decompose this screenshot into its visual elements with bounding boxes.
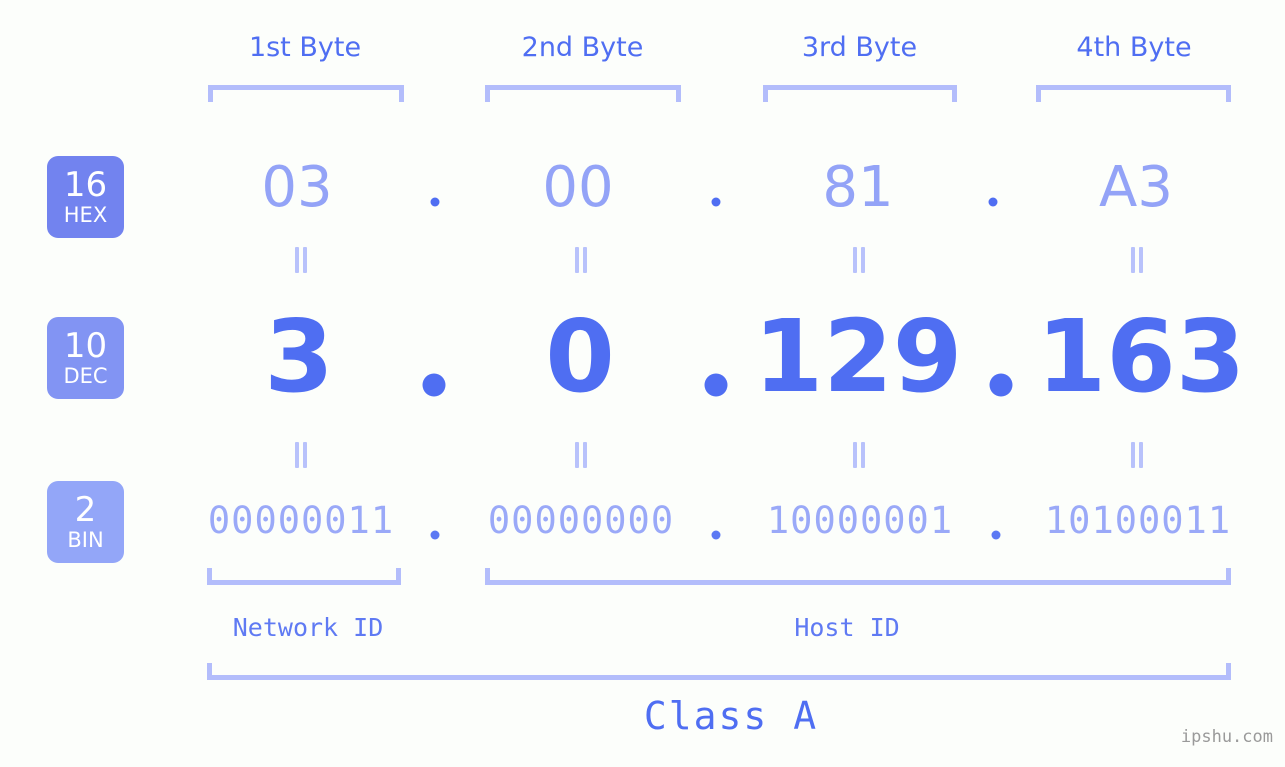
equals-mark-dec-bin-2 xyxy=(572,442,590,468)
class-label: Class A xyxy=(643,694,819,738)
byte-bracket-top-1 xyxy=(208,85,404,102)
network-id-label: Network ID xyxy=(232,613,384,642)
equals-mark-hex-dec-4 xyxy=(1128,247,1146,273)
hex-value-byte-3: 81 xyxy=(822,155,894,220)
bin-separator-dot-3 xyxy=(991,530,1001,540)
dec-value-byte-2: 0 xyxy=(545,298,615,415)
host-id-label: Host ID xyxy=(794,613,900,642)
bin-separator-dot-2 xyxy=(711,530,721,540)
hex-separator-dot-1 xyxy=(430,197,440,207)
hex-value-byte-2: 00 xyxy=(542,155,614,220)
bin-value-byte-4: 10100011 xyxy=(1044,499,1232,542)
bin-value-byte-2: 00000000 xyxy=(487,499,675,542)
bin-value-byte-1: 00000011 xyxy=(207,499,395,542)
byte-bracket-top-3 xyxy=(763,85,957,102)
bin-value-byte-3: 10000001 xyxy=(766,499,954,542)
base-badge-dec-name: DEC xyxy=(63,364,108,388)
bin-separator-dot-1 xyxy=(430,530,440,540)
base-badge-bin-number: 2 xyxy=(74,490,97,530)
byte-header-label-4: 4th Byte xyxy=(1076,32,1192,63)
host-id-bracket xyxy=(485,568,1231,585)
hex-separator-dot-3 xyxy=(988,197,998,207)
equals-mark-hex-dec-3 xyxy=(850,247,868,273)
dec-separator-dot-1 xyxy=(422,373,446,397)
base-badge-bin-name: BIN xyxy=(67,528,104,552)
base-badge-hex: 16 HEX xyxy=(47,156,124,238)
base-badge-dec-number: 10 xyxy=(63,326,108,366)
equals-mark-dec-bin-1 xyxy=(292,442,310,468)
equals-mark-dec-bin-4 xyxy=(1128,442,1146,468)
base-badge-bin: 2 BIN xyxy=(47,481,124,563)
dec-separator-dot-3 xyxy=(989,373,1013,397)
base-badge-hex-name: HEX xyxy=(63,203,108,227)
ip-breakdown-diagram: 1st Byte 2nd Byte 3rd Byte 4th Byte 16 H… xyxy=(0,0,1285,767)
class-bracket xyxy=(207,663,1231,680)
dec-value-byte-1: 3 xyxy=(264,298,334,415)
byte-bracket-top-4 xyxy=(1036,85,1231,102)
base-badge-dec: 10 DEC xyxy=(47,317,124,399)
equals-mark-dec-bin-3 xyxy=(850,442,868,468)
byte-header-label-2: 2nd Byte xyxy=(521,32,644,63)
hex-value-byte-4: A3 xyxy=(1099,155,1173,220)
hex-value-byte-1: 03 xyxy=(261,155,333,220)
byte-bracket-top-2 xyxy=(485,85,681,102)
equals-mark-hex-dec-1 xyxy=(292,247,310,273)
hex-separator-dot-2 xyxy=(711,197,721,207)
dec-value-byte-3: 129 xyxy=(753,298,963,415)
site-watermark: ipshu.com xyxy=(1180,727,1273,747)
dec-value-byte-4: 163 xyxy=(1036,298,1246,415)
equals-mark-hex-dec-2 xyxy=(572,247,590,273)
network-id-bracket xyxy=(207,568,401,585)
byte-header-label-3: 3rd Byte xyxy=(801,32,918,63)
base-badge-hex-number: 16 xyxy=(63,165,108,205)
byte-header-label-1: 1st Byte xyxy=(248,32,362,63)
dec-separator-dot-2 xyxy=(704,373,728,397)
